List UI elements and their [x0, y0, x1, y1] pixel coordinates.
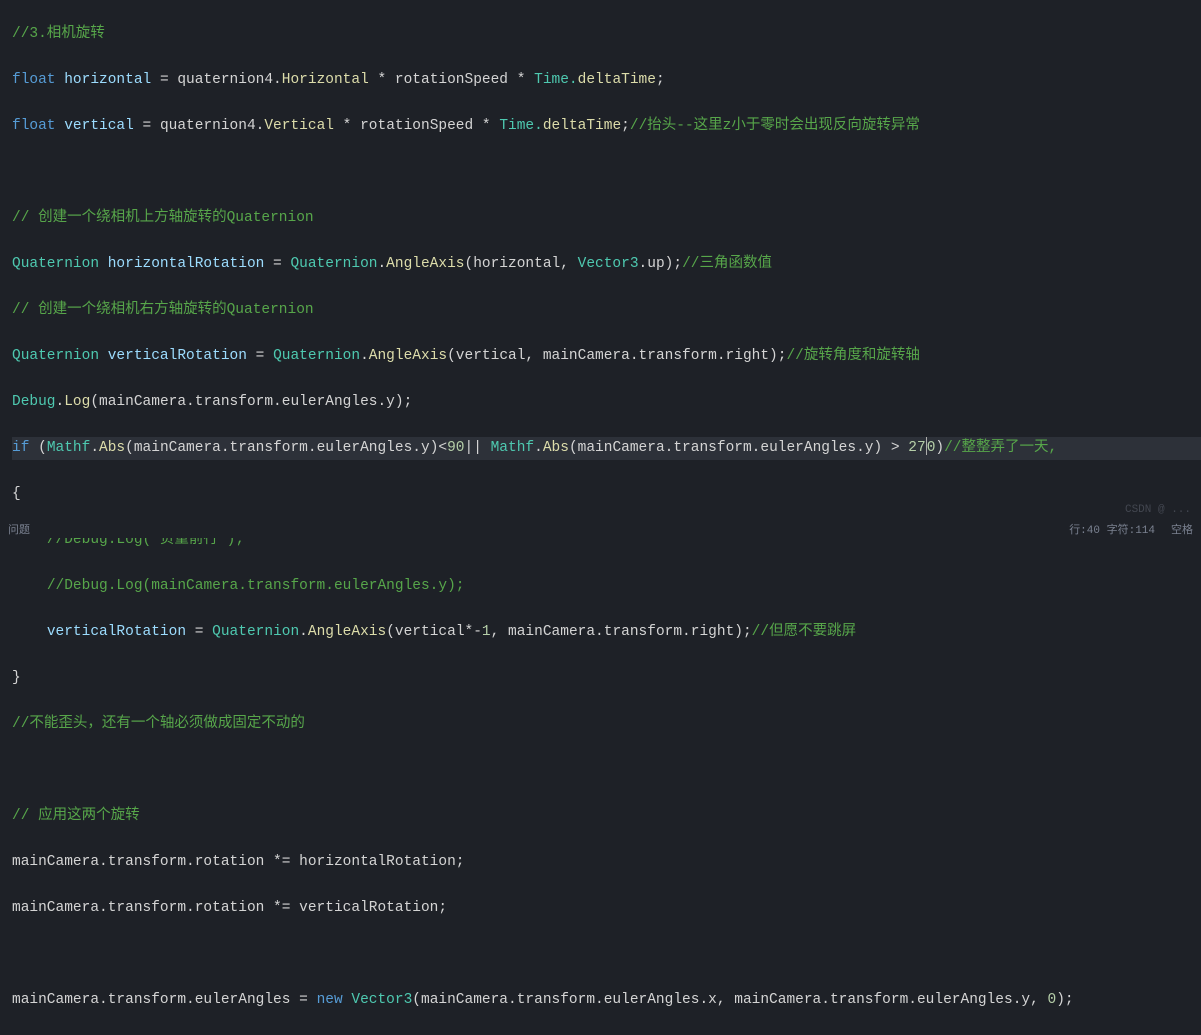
- code-line: mainCamera.transform.rotation *= horizon…: [12, 851, 1201, 874]
- code-line: // 应用这两个旋转: [12, 805, 1201, 828]
- status-left[interactable]: 问题: [8, 520, 30, 543]
- code-line: [12, 759, 1201, 782]
- code-line: Debug.Log(mainCamera.transform.eulerAngl…: [12, 391, 1201, 414]
- code-line: mainCamera.transform.eulerAngles = new V…: [12, 989, 1201, 1012]
- code-line: //不能歪头，还有一个轴必须做成固定不动的: [12, 713, 1201, 736]
- code-line: //3.相机旋转: [12, 23, 1201, 46]
- code-line-current: if (Mathf.Abs(mainCamera.transform.euler…: [12, 437, 1201, 460]
- code-line: Quaternion horizontalRotation = Quaterni…: [12, 253, 1201, 276]
- code-line: {: [12, 483, 1201, 506]
- code-line: //Debug.Log(mainCamera.transform.eulerAn…: [12, 575, 1201, 598]
- status-line-col[interactable]: 行:40 字符:114: [1069, 520, 1155, 543]
- code-line: [12, 161, 1201, 184]
- status-bar: 问题 行:40 字符:114 空格: [0, 524, 1201, 538]
- code-line: float vertical = quaternion4.Vertical * …: [12, 115, 1201, 138]
- code-line: // 创建一个绕相机上方轴旋转的Quaternion: [12, 207, 1201, 230]
- status-encoding[interactable]: 空格: [1171, 520, 1193, 543]
- code-editor[interactable]: //3.相机旋转 float horizontal = quaternion4.…: [0, 0, 1201, 1035]
- text-cursor: [926, 437, 927, 455]
- code-line: }: [12, 667, 1201, 690]
- code-line: mainCamera.transform.rotation *= vertica…: [12, 897, 1201, 920]
- code-line: float horizontal = quaternion4.Horizonta…: [12, 69, 1201, 92]
- code-line: [12, 943, 1201, 966]
- code-line: verticalRotation = Quaternion.AngleAxis(…: [12, 621, 1201, 644]
- code-line: Quaternion verticalRotation = Quaternion…: [12, 345, 1201, 368]
- code-line: // 创建一个绕相机右方轴旋转的Quaternion: [12, 299, 1201, 322]
